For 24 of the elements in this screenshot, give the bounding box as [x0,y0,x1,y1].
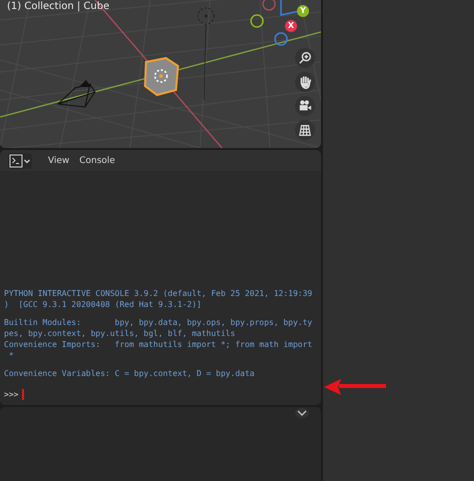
console-output-line: Convenience Imports: from mathutils import *; from math import [4,339,314,350]
console-output-line: Builtin Modules: bpy, bpy.data, bpy.ops, bpy.props, bpy.ty [4,317,314,328]
grid-icon[interactable] [295,120,315,140]
camera-drawing [58,80,96,108]
console-output-line: Convenience Variables: C = bpy.context, D = bpy.data [4,368,256,379]
pointer-arrow [323,379,387,395]
movie-camera-icon[interactable] [295,96,315,116]
zoom-icon[interactable] [295,48,315,68]
console-output-line: PYTHON INTERACTIVE CONSOLE 3.9.2 (default, Feb 25 2021, 12:19:39 [4,288,314,299]
chevron-down-icon[interactable] [295,408,309,418]
cube-drawing [144,56,180,96]
editor-type-dropdown[interactable] [8,152,32,168]
menu-item[interactable]: Console [75,154,120,168]
x-axis-handle[interactable]: X [285,20,297,32]
menu-item[interactable]: View [44,154,74,168]
negative-y-axis-handle[interactable] [274,32,288,46]
console-output-line: ) [GCC 9.3.1 20200408 (Red Hat 9.3.1-2)] [4,299,202,310]
console-output-line: pes, bpy.context, bpy.utils, bgl, blf, mathutils [4,328,236,339]
text-cursor [22,389,24,400]
hand-icon[interactable] [295,72,315,92]
console-prompt: >>> [4,389,18,400]
negative-x-axis-handle[interactable] [250,14,264,28]
negative-z-axis-handle[interactable] [262,0,276,11]
console-output-line: * [8,350,15,361]
